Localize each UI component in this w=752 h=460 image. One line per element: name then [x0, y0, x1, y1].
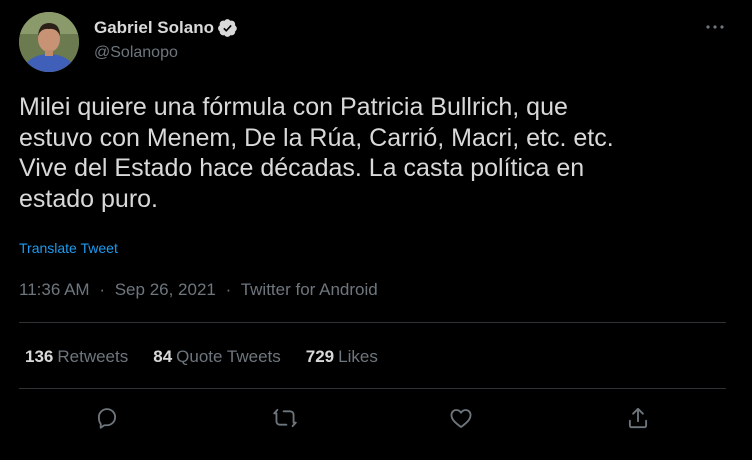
tweet-text: Milei quiere una fórmula con Patricia Bu…: [19, 93, 614, 213]
translate-tweet-link[interactable]: Translate Tweet: [19, 240, 118, 256]
share-icon[interactable]: [625, 405, 651, 431]
quote-tweets-label: Quote Tweets: [176, 347, 281, 366]
tweet-date[interactable]: Sep 26, 2021: [115, 280, 216, 299]
likes-label: Likes: [338, 347, 378, 366]
more-horizontal-icon[interactable]: [703, 15, 727, 39]
divider: [19, 388, 726, 389]
likes-count: 729: [305, 347, 335, 366]
divider: [19, 322, 726, 323]
author-name[interactable]: Gabriel Solano: [94, 18, 238, 38]
tweet-metadata: 11:36 AM · Sep 26, 2021 · Twitter for An…: [19, 280, 378, 300]
likes-stat[interactable]: 729 Likes: [306, 347, 378, 367]
tweet-time[interactable]: 11:36 AM: [19, 280, 90, 299]
meta-separator: ·: [225, 280, 232, 299]
retweets-count: 136: [25, 347, 54, 366]
verified-badge-icon: [218, 18, 238, 38]
tweet-source[interactable]: Twitter for Android: [241, 280, 378, 299]
retweet-icon[interactable]: [272, 405, 298, 431]
avatar[interactable]: [19, 12, 79, 72]
meta-separator: ·: [99, 280, 105, 299]
retweets-stat[interactable]: 136 Retweets: [25, 347, 128, 367]
reply-icon[interactable]: [94, 405, 120, 431]
retweets-label: Retweets: [57, 347, 129, 366]
tweet-stats: 136 Retweets 84 Quote Tweets 729 Likes: [25, 347, 403, 367]
tweet-actions: [0, 400, 752, 436]
quote-tweets-count: 84: [153, 347, 173, 366]
heart-icon[interactable]: [448, 405, 474, 431]
quote-tweets-stat[interactable]: 84 Quote Tweets: [153, 347, 281, 367]
author-handle[interactable]: @Solanopo: [94, 44, 178, 62]
author-name-text[interactable]: Gabriel Solano: [94, 18, 214, 38]
tweet-detail: Gabriel Solano @Solanopo Milei quiere un…: [0, 0, 752, 460]
